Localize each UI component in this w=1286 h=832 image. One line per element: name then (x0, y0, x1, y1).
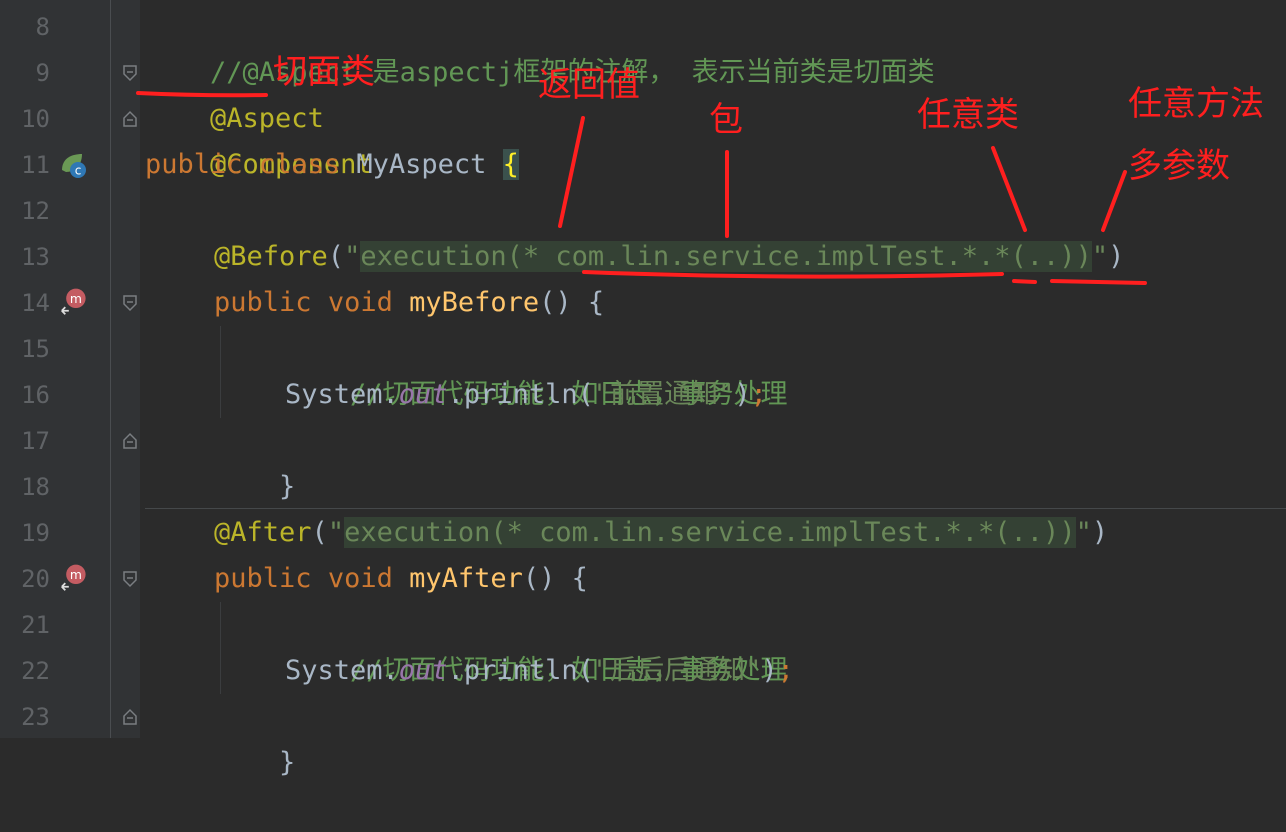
return-value-pointer (558, 116, 585, 228)
any-method-note: 任意方法 (1128, 84, 1264, 124)
annotation-overlay (136, 91, 1147, 285)
aspect-class-note: 切面类 (273, 52, 375, 92)
brace: } (279, 747, 296, 778)
package-note: 包 (709, 100, 743, 140)
any-method-pointer (1101, 170, 1127, 232)
method-wildcard-underline (1050, 279, 1147, 285)
any-class-note: 任意类 (917, 95, 1019, 135)
class-wildcard-underline (1012, 279, 1037, 284)
aspect-underline (136, 91, 268, 98)
code-editor[interactable]: 8 9 10 11 12 13 14 15 16 17 18 19 20 21 … (0, 0, 1286, 778)
multi-params-note: 多参数 (1128, 146, 1230, 186)
package-underline (582, 270, 1004, 279)
any-class-pointer (991, 146, 1027, 232)
return-value-note: 返回值 (538, 65, 640, 105)
